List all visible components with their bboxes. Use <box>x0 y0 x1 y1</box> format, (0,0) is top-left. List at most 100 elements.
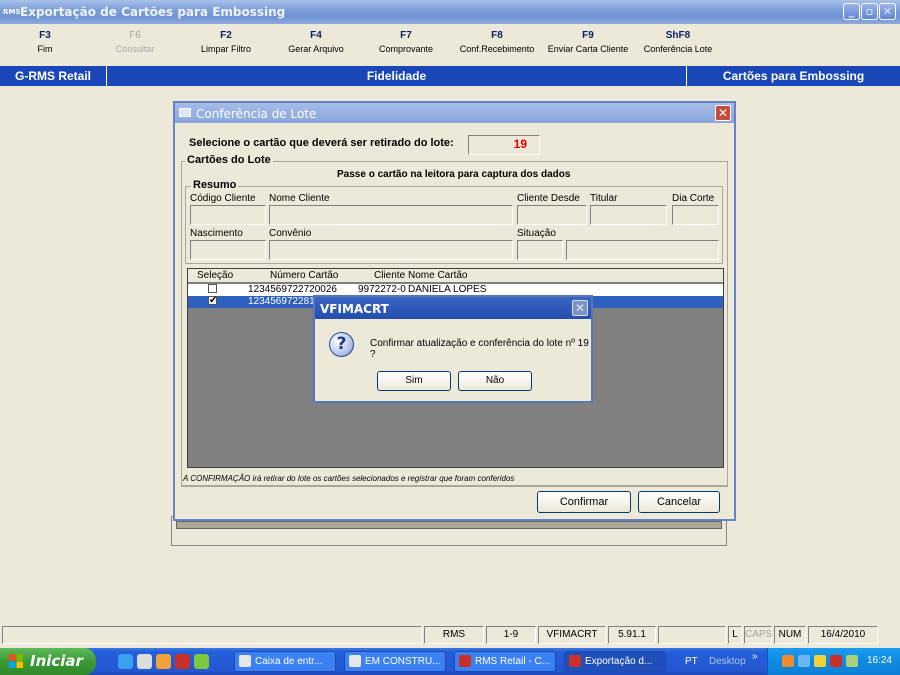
divider <box>181 486 728 487</box>
fkey-comprovante[interactable]: F7 Comprovante <box>376 30 436 54</box>
fkey-key: F6 <box>129 30 141 41</box>
status-caps: CAPS <box>744 626 772 644</box>
label-situacao: Situação <box>517 228 556 239</box>
start-label: Iniciar <box>30 652 83 670</box>
close-button[interactable]: ✕ <box>879 3 896 20</box>
col-cliente[interactable]: Cliente <box>374 270 405 281</box>
status-program: VFIMACRT <box>538 626 606 644</box>
language-indicator[interactable]: PT <box>685 656 698 667</box>
fkey-key: F8 <box>491 30 503 41</box>
cancel-button[interactable]: Cancelar <box>638 491 720 513</box>
fkey-fim[interactable]: F3 Fim <box>30 30 60 54</box>
nascimento-field[interactable] <box>190 240 266 260</box>
titular-field[interactable] <box>590 205 667 225</box>
rms-icon[interactable] <box>175 654 190 669</box>
band-left: G-RMS Retail <box>0 66 107 86</box>
task-label: EM CONSTRU... <box>365 656 441 667</box>
rms-tray-icon[interactable] <box>830 655 842 667</box>
fkey-key: F2 <box>220 30 232 41</box>
ie-icon[interactable] <box>118 654 133 669</box>
status-date: 16/4/2010 <box>808 626 878 644</box>
start-button[interactable]: Iniciar <box>0 648 96 675</box>
fkey-gerar-arquivo[interactable]: F4 Gerar Arquivo <box>286 30 346 54</box>
situacao-desc-field[interactable] <box>566 240 719 260</box>
window-titlebar: RMS Exportação de Cartões para Embossing… <box>0 0 900 24</box>
summary-group-label: Resumo <box>191 179 239 191</box>
reader-hint: Passe o cartão na leitora para captura d… <box>337 169 571 180</box>
restore-button[interactable]: ▫ <box>861 3 878 20</box>
network-icon[interactable] <box>798 655 810 667</box>
status-l: L <box>728 626 742 644</box>
mail-icon <box>239 655 251 667</box>
yes-button[interactable]: Sim <box>377 371 451 391</box>
fkey-consultar: F6 Consultar <box>115 30 155 54</box>
dialog-titlebar: Conferência de Lote ✕ <box>175 103 734 123</box>
fkey-conferencia-lote[interactable]: ShF8 Conferência Lote <box>640 30 716 54</box>
task-exportacao[interactable]: Exportação d... <box>564 651 666 672</box>
status-message <box>2 626 422 644</box>
status-num: NUM <box>774 626 806 644</box>
fkey-label: Limpar Filtro <box>200 44 251 54</box>
rms-icon <box>569 655 581 667</box>
codigo-cliente-field[interactable] <box>190 205 266 225</box>
messagebox-titlebar: VFIMACRT ✕ <box>315 297 591 319</box>
status-bar: RMS 1-9 VFIMACRT 5.91.1 L CAPS NUM 16/4/… <box>0 624 900 645</box>
media-icon[interactable] <box>156 654 171 669</box>
status-system: RMS <box>424 626 484 644</box>
status-range: 1-9 <box>486 626 536 644</box>
confirm-label: Confirmar <box>559 496 609 508</box>
system-tray: 16:24 <box>767 648 900 675</box>
col-selecao[interactable]: Seleção <box>197 270 233 281</box>
label-codigo-cliente: Código Cliente <box>190 193 256 204</box>
fkey-key: F4 <box>310 30 322 41</box>
fkey-key: F3 <box>39 30 51 41</box>
nome-cliente-field[interactable] <box>269 205 513 225</box>
chevron-icon[interactable]: » <box>752 651 758 662</box>
yes-label: Sim <box>405 375 423 386</box>
dialog-close-button[interactable]: ✕ <box>715 105 731 121</box>
confirm-button[interactable]: Confirmar <box>537 491 631 513</box>
band-center: Fidelidade <box>107 66 687 86</box>
no-button[interactable]: Não <box>458 371 532 391</box>
explorer-icon[interactable] <box>137 654 152 669</box>
select-prompt: Selecione o cartão que deverá ser retira… <box>189 137 454 149</box>
col-numero-cartao[interactable]: Número Cartão <box>270 270 338 281</box>
taskbar: Iniciar Caixa de entr... EM CONSTRU... R… <box>0 648 900 675</box>
app-icon-quicklaunch[interactable] <box>194 654 209 669</box>
confirm-messagebox: VFIMACRT ✕ ? Confirmar atualização e con… <box>313 295 593 403</box>
document-icon <box>349 655 361 667</box>
minimize-button[interactable]: _ <box>843 3 860 20</box>
dialog-title: Conferência de Lote <box>196 107 317 121</box>
antivirus-icon[interactable] <box>846 655 858 667</box>
tray-icon[interactable] <box>782 655 794 667</box>
fkey-label: Consultar <box>115 44 155 54</box>
fkey-conf-recebimento[interactable]: F8 Conf.Recebimento <box>456 30 538 54</box>
situacao-code-field[interactable] <box>517 240 563 260</box>
label-cliente-desde: Cliente Desde <box>517 193 580 204</box>
rms-icon <box>459 655 471 667</box>
label-nome-cliente: Nome Cliente <box>269 193 330 204</box>
app-icon: RMS <box>3 8 21 16</box>
task-em-construcao[interactable]: EM CONSTRU... <box>344 651 446 672</box>
status-blank <box>658 626 726 644</box>
volume-icon[interactable] <box>814 655 826 667</box>
desktop-toolbar[interactable]: Desktop <box>709 656 746 667</box>
label-titular: Titular <box>590 193 618 204</box>
col-nome-cartao[interactable]: Nome Cartão <box>408 270 467 281</box>
windows-flag-icon <box>9 654 24 669</box>
task-caixa-entrada[interactable]: Caixa de entr... <box>234 651 336 672</box>
task-rms-retail[interactable]: RMS Retail - C... <box>454 651 556 672</box>
fkey-label: Conf.Recebimento <box>459 44 535 54</box>
row-checkbox[interactable] <box>208 284 217 293</box>
label-nascimento: Nascimento <box>190 228 243 239</box>
fkey-enviar-carta[interactable]: F9 Enviar Carta Cliente <box>543 30 633 54</box>
dia-corte-field[interactable] <box>672 205 719 225</box>
selected-lot-field[interactable]: 19 <box>468 135 540 155</box>
question-icon: ? <box>329 332 354 357</box>
fkey-limpar-filtro[interactable]: F2 Limpar Filtro <box>198 30 254 54</box>
messagebox-close-button[interactable]: ✕ <box>572 300 588 316</box>
cliente-desde-field[interactable] <box>517 205 587 225</box>
row-checkbox-checked[interactable]: ✔ <box>208 296 217 306</box>
clock[interactable]: 16:24 <box>867 655 892 666</box>
convenio-field[interactable] <box>269 240 513 260</box>
